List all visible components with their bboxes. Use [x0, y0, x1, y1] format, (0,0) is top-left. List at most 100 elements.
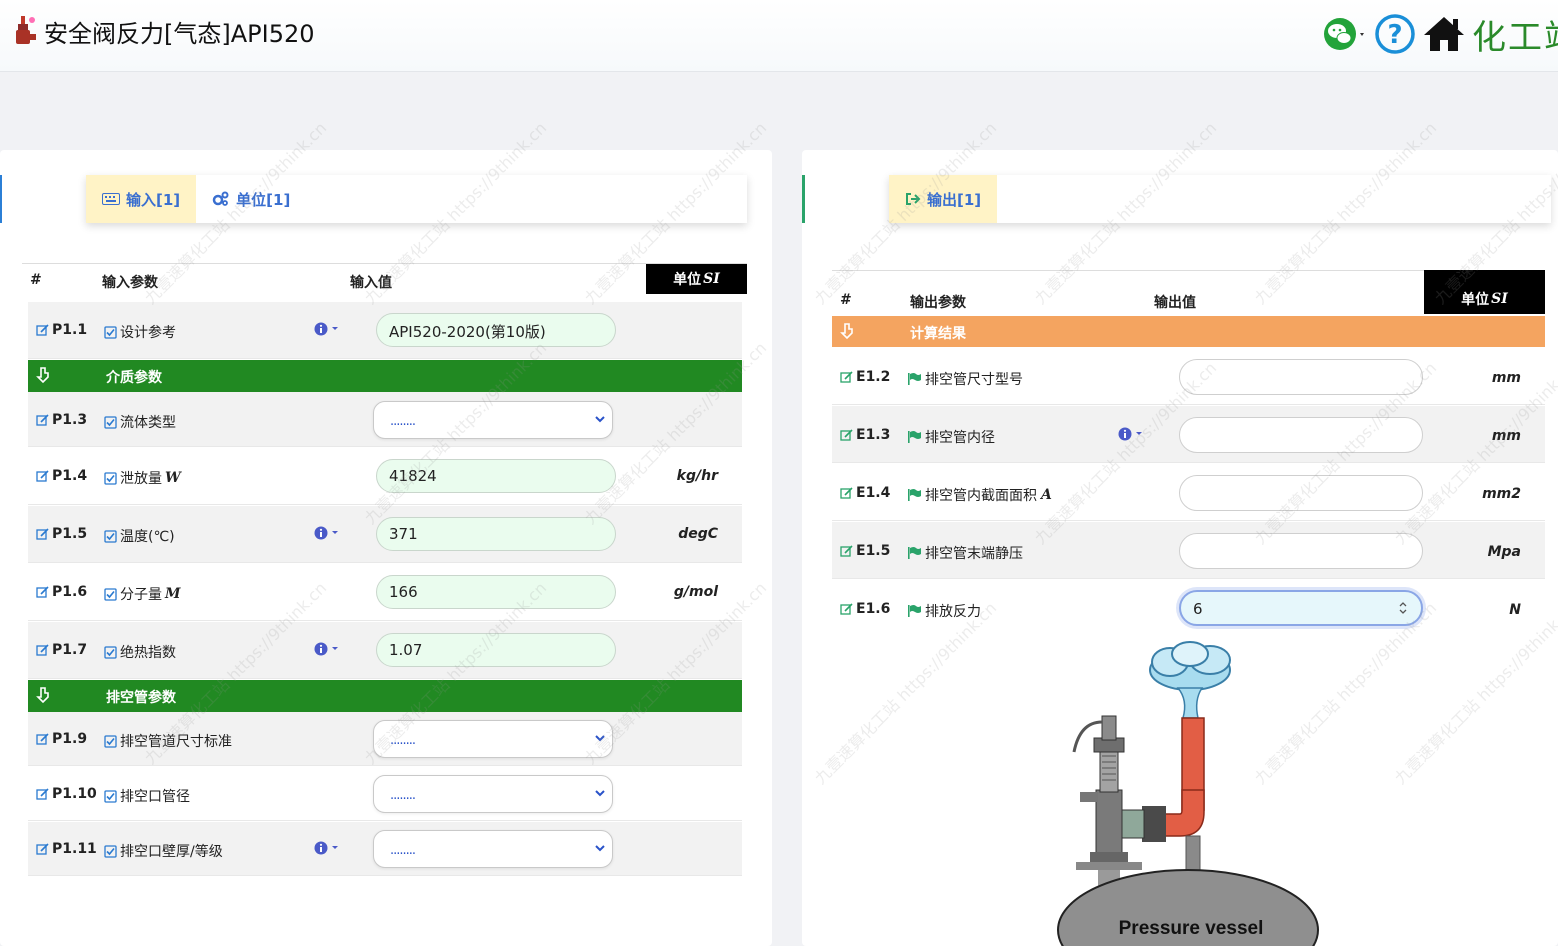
output-label: 排空管内截面面积	[925, 488, 1037, 504]
tab-units[interactable]: 单位[1]	[196, 175, 306, 223]
output-tabbar: 输出[1]	[889, 175, 1551, 223]
vent-static-pressure-output[interactable]	[1179, 533, 1423, 569]
flag-icon	[908, 373, 921, 385]
col-unit[interactable]: 单位 SI	[1424, 270, 1545, 314]
param-id: P1.4	[52, 468, 88, 484]
select-value: ........	[390, 414, 416, 429]
vent-area-output[interactable]	[1179, 475, 1423, 511]
tab-input[interactable]: 输入[1]	[86, 175, 197, 223]
param-row-p1-3: P1.3 流体类型 ........	[28, 392, 742, 447]
edit-icon	[36, 527, 49, 540]
select-value: ........	[390, 843, 416, 858]
help-icon[interactable]: ?	[1374, 13, 1416, 55]
edit-icon	[36, 842, 49, 855]
param-id: P1.9	[52, 731, 88, 747]
vent-inner-diameter-output[interactable]	[1179, 417, 1423, 453]
param-row-p1-5: P1.5 温度(℃) 371 degC	[28, 506, 742, 563]
param-symbol: W	[165, 470, 181, 486]
col-unit[interactable]: 单位 SI	[646, 264, 747, 294]
adiabatic-index-input[interactable]: 1.07	[376, 633, 616, 667]
vent-size-output[interactable]	[1179, 359, 1423, 395]
param-id: P1.11	[52, 841, 97, 857]
chevron-down-icon	[595, 416, 605, 423]
output-label: 排放反力	[925, 604, 981, 620]
output-label: 排空管尺寸型号	[925, 372, 1023, 388]
param-label: 设计参考	[120, 325, 176, 341]
param-unit: degC	[678, 526, 718, 542]
sign-out-icon	[906, 193, 921, 205]
info-dropdown[interactable]	[314, 526, 339, 540]
steam-cloud-icon	[1149, 641, 1231, 719]
temperature-input[interactable]: 371	[376, 517, 616, 551]
select-value: ........	[390, 788, 416, 803]
unit-label: 单位	[1461, 292, 1490, 308]
hand-point-icon	[36, 687, 49, 703]
safety-valve-logo-icon	[16, 16, 36, 44]
output-id: E1.4	[856, 485, 891, 501]
molecular-weight-input[interactable]: 166	[376, 575, 616, 609]
caret-down-icon	[332, 647, 338, 650]
edit-icon	[36, 732, 49, 745]
relief-rate-input[interactable]: 41824	[376, 459, 616, 493]
reaction-force-output[interactable]: 6	[1179, 590, 1423, 626]
brand-logo[interactable]: 化工站	[1472, 10, 1558, 59]
checkbox-icon	[104, 529, 117, 543]
input-table-header: # 输入参数 输入值	[22, 263, 747, 295]
page-title: 安全阀反力[气态]API520	[44, 20, 315, 48]
info-icon	[314, 322, 328, 336]
output-row-e1-6: E1.6 排放反力 6 N	[832, 580, 1545, 637]
param-row-p1-1: P1.1 设计参考 API520-2020(第10版)	[28, 302, 742, 359]
param-row-p1-9: P1.9 排空管道尺寸标准 ........	[28, 712, 742, 766]
edit-icon	[36, 323, 49, 336]
edit-icon	[36, 787, 49, 800]
param-label: 排空管道尺寸标准	[120, 734, 232, 750]
caret-down-icon	[332, 846, 338, 849]
param-row-p1-7: P1.7 绝热指数 1.07	[28, 622, 742, 679]
checkbox-icon	[104, 325, 117, 339]
info-dropdown[interactable]	[314, 642, 339, 656]
param-row-p1-4: P1.4 泄放量 W 41824 kg/hr	[28, 448, 742, 505]
tab-output[interactable]: 输出[1]	[889, 175, 998, 223]
input-tabbar: 输入[1] 单位[1]	[86, 175, 747, 223]
edit-icon	[36, 585, 49, 598]
vent-diameter-select[interactable]: ........	[373, 775, 613, 813]
param-label: 流体类型	[120, 415, 176, 431]
select-value: ........	[390, 733, 416, 748]
info-dropdown[interactable]	[314, 841, 339, 855]
edit-icon	[36, 469, 49, 482]
info-icon	[314, 526, 328, 540]
checkbox-icon	[104, 587, 117, 601]
checkbox-icon	[104, 645, 117, 659]
info-icon	[1118, 427, 1132, 441]
unit-system: SI	[703, 271, 720, 287]
param-id: P1.3	[52, 412, 88, 428]
output-label: 排空管末端静压	[925, 546, 1023, 562]
info-dropdown[interactable]	[314, 322, 339, 336]
design-reference-input[interactable]: API520-2020(第10版)	[376, 313, 616, 347]
pipe-standard-select[interactable]: ........	[373, 720, 613, 758]
home-icon[interactable]	[1422, 14, 1466, 54]
section-title: 计算结果	[910, 326, 966, 342]
checkbox-icon	[104, 789, 117, 803]
fluid-type-select[interactable]: ........	[373, 401, 613, 439]
chevron-down-icon	[595, 790, 605, 797]
param-id: P1.1	[52, 322, 88, 338]
output-id: E1.2	[856, 369, 891, 385]
caret-down-icon	[332, 531, 338, 534]
param-unit: g/mol	[673, 584, 718, 600]
checkbox-icon	[104, 734, 117, 748]
param-id: P1.5	[52, 526, 88, 542]
col-num: #	[840, 292, 852, 308]
app-header: 安全阀反力[气态]API520 ? 化工站	[0, 0, 1558, 72]
wechat-icon[interactable]	[1322, 14, 1368, 54]
unit-system: SI	[1491, 291, 1508, 307]
wall-thickness-select[interactable]: ........	[373, 830, 613, 868]
info-dropdown[interactable]	[1118, 427, 1143, 441]
edit-icon	[36, 413, 49, 426]
spinner-icon[interactable]	[1399, 601, 1407, 615]
output-symbol: A	[1041, 487, 1052, 503]
output-unit: mm	[1491, 428, 1521, 444]
output-id: E1.3	[856, 427, 891, 443]
output-row-e1-5: E1.5 排空管末端静压 Mpa	[832, 522, 1545, 579]
edit-icon	[840, 486, 853, 499]
